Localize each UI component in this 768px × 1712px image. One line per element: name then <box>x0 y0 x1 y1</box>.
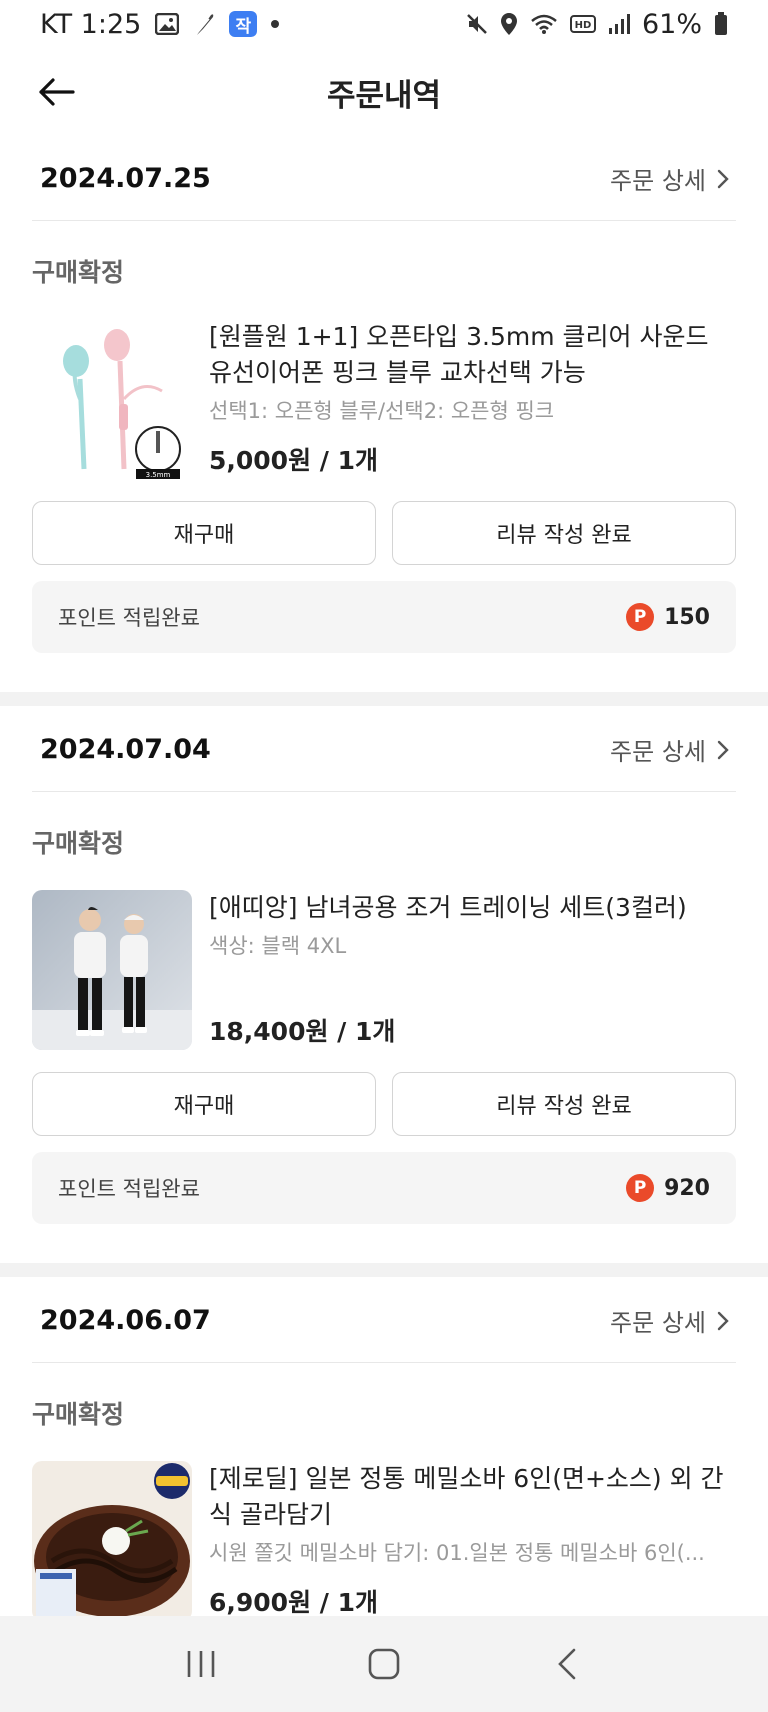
product-thumbnail-soba[interactable] <box>32 1461 192 1621</box>
order-status: 구매확정 <box>32 829 125 858</box>
review-complete-button[interactable]: 리뷰 작성 완료 <box>392 501 736 565</box>
product-name[interactable]: [애띠앙] 남녀공용 조거 트레이닝 세트(3컬러) <box>209 890 736 926</box>
chevron-right-icon <box>717 1311 729 1330</box>
product-name[interactable]: [제로딜] 일본 정통 메밀소바 6인(면+소스) 외 간식 골라담기 <box>209 1461 736 1533</box>
back-icon <box>557 1648 575 1680</box>
feather-icon <box>193 11 215 37</box>
order-date: 2024.06.07 <box>40 1305 211 1336</box>
product-option: 선택1: 오픈형 블루/선택2: 오픈형 핑크 <box>209 399 555 423</box>
chevron-right-icon <box>717 169 729 188</box>
points-value-group: P 920 <box>626 1174 710 1202</box>
svg-text:HD: HD <box>575 20 592 31</box>
points-box: 포인트 적립완료 P 920 <box>32 1152 736 1224</box>
order-detail-link[interactable]: 주문 상세 <box>610 732 736 767</box>
app-badge-icon: 작 <box>229 11 258 37</box>
order-status: 구매확정 <box>32 258 125 287</box>
order-date: 2024.07.25 <box>40 163 211 194</box>
battery-percent: 61% <box>641 8 702 40</box>
order-detail-link[interactable]: 주문 상세 <box>610 1303 736 1338</box>
order-status: 구매확정 <box>32 1400 125 1429</box>
carrier-time: KT 1:25 <box>40 8 142 40</box>
product-price: 18,400원 / 1개 <box>209 1017 396 1046</box>
home-button[interactable] <box>354 1634 414 1694</box>
status-right: HD 61% <box>466 9 728 40</box>
system-nav-bar <box>0 1616 768 1712</box>
battery-icon <box>714 12 728 36</box>
gallery-icon <box>155 13 180 35</box>
app-header: 주문내역 <box>0 52 768 132</box>
points-label: 포인트 적립완료 <box>58 1177 200 1201</box>
dot-icon <box>271 20 280 28</box>
product-item[interactable]: [제로딜] 일본 정통 메밀소바 6인(면+소스) 외 간식 골라담기 시원 쫄… <box>32 1461 736 1621</box>
points-value: 150 <box>664 604 710 630</box>
product-info: [애띠앙] 남녀공용 조거 트레이닝 세트(3컬러) 색상: 블랙 4XL <box>209 890 736 962</box>
product-price: 6,900원 / 1개 <box>209 1588 379 1617</box>
product-option: 시원 쫄깃 메밀소바 담기: 01.일본 정통 메밀소바 6인(... <box>209 1541 705 1565</box>
page-title: 주문내역 <box>326 77 442 114</box>
points-label: 포인트 적립완료 <box>58 606 200 630</box>
order-card: 2024.07.25 주문 상세 구매확정 3.5mm [원플원 1+1] 오픈… <box>0 137 768 653</box>
home-icon <box>368 1648 400 1680</box>
wifi-icon <box>530 13 558 35</box>
arrow-left-icon <box>39 78 75 106</box>
order-header: 2024.07.25 주문 상세 <box>32 137 736 221</box>
product-item[interactable]: 3.5mm [원플원 1+1] 오픈타입 3.5mm 클리어 사운드 유선이어폰… <box>32 319 736 479</box>
point-icon: P <box>626 603 655 631</box>
order-header: 2024.06.07 주문 상세 <box>32 1279 736 1363</box>
rebuy-button[interactable]: 재구매 <box>32 1072 376 1136</box>
signal-icon <box>608 13 630 35</box>
points-value: 920 <box>664 1175 710 1201</box>
section-divider <box>0 692 768 706</box>
product-name[interactable]: [원플원 1+1] 오픈타입 3.5mm 클리어 사운드 유선이어폰 핑크 블루… <box>209 319 736 391</box>
points-box: 포인트 적립완료 P 150 <box>32 581 736 653</box>
rebuy-button[interactable]: 재구매 <box>32 501 376 565</box>
section-divider <box>0 1263 768 1277</box>
chevron-right-icon <box>717 740 729 759</box>
product-info: [제로딜] 일본 정통 메밀소바 6인(면+소스) 외 간식 골라담기 시원 쫄… <box>209 1461 736 1569</box>
product-thumbnail-earphones[interactable]: 3.5mm <box>32 319 192 479</box>
product-info: [원플원 1+1] 오픈타입 3.5mm 클리어 사운드 유선이어폰 핑크 블루… <box>209 319 736 427</box>
product-option: 색상: 블랙 4XL <box>209 934 347 958</box>
thumb-jack-label: 3.5mm <box>146 471 171 479</box>
back-button[interactable] <box>34 70 78 114</box>
system-back-button[interactable] <box>537 1634 597 1694</box>
status-bar: KT 1:25 작 HD 61% <box>0 0 768 48</box>
product-price: 5,000원 / 1개 <box>209 446 379 475</box>
point-icon: P <box>626 1174 655 1202</box>
mute-icon <box>466 13 488 35</box>
order-header: 2024.07.04 주문 상세 <box>32 708 736 792</box>
action-buttons: 재구매 리뷰 작성 완료 <box>32 501 736 565</box>
product-item[interactable]: [애띠앙] 남녀공용 조거 트레이닝 세트(3컬러) 색상: 블랙 4XL 18… <box>32 890 736 1050</box>
action-buttons: 재구매 리뷰 작성 완료 <box>32 1072 736 1136</box>
location-icon <box>500 12 518 36</box>
recent-apps-icon <box>188 1651 215 1677</box>
order-card: 2024.06.07 주문 상세 구매확정 [제로딜] 일본 정통 메밀소바 6… <box>0 1279 768 1621</box>
recent-apps-button[interactable] <box>171 1634 231 1694</box>
order-detail-label: 주문 상세 <box>610 167 706 195</box>
order-detail-label: 주문 상세 <box>610 738 706 766</box>
order-detail-label: 주문 상세 <box>610 1309 706 1337</box>
status-left: KT 1:25 작 <box>40 8 280 40</box>
points-value-group: P 150 <box>626 603 710 631</box>
order-date: 2024.07.04 <box>40 734 211 765</box>
hd-icon: HD <box>569 14 596 34</box>
order-card: 2024.07.04 주문 상세 구매확정 [애띠앙] 남녀공용 조거 트레이닝… <box>0 708 768 1224</box>
product-thumbnail-tracksuit[interactable] <box>32 890 192 1050</box>
review-complete-button[interactable]: 리뷰 작성 완료 <box>392 1072 736 1136</box>
order-detail-link[interactable]: 주문 상세 <box>610 161 736 196</box>
